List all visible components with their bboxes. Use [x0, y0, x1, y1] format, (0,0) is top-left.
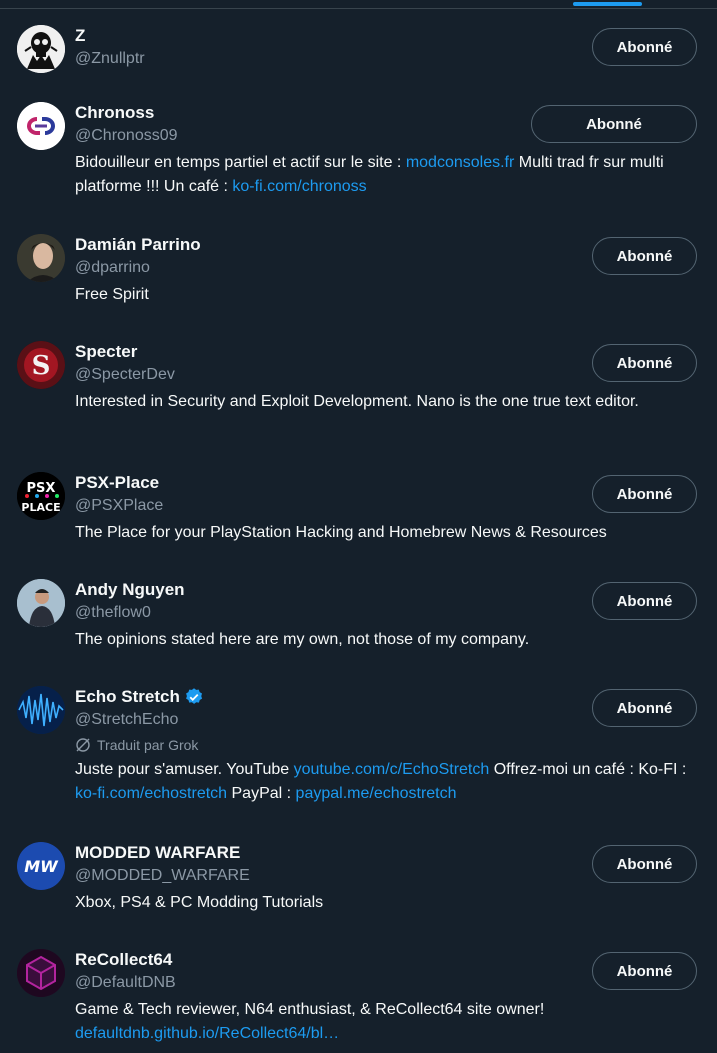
user-bio: Bidouilleur en temps partiel et actif su… — [75, 151, 699, 199]
bio-link[interactable]: youtube.com/c/EchoStretch — [294, 761, 490, 778]
following-button[interactable]: Abonné — [592, 582, 697, 620]
user-bio: Interested in Security and Exploit Devel… — [75, 390, 699, 414]
psx-logo-top: PSX — [27, 481, 56, 496]
following-button[interactable]: Abonné — [592, 475, 697, 513]
avatar[interactable]: S — [17, 341, 65, 389]
user-bio: Game & Tech reviewer, N64 enthusiast, & … — [75, 998, 699, 1046]
bio-link[interactable]: modconsoles.fr — [406, 154, 515, 171]
specter-logo-letter: S — [32, 351, 51, 381]
user-bio: The Place for your PlayStation Hacking a… — [75, 521, 699, 545]
bio-link[interactable]: paypal.me/echostretch — [296, 785, 457, 802]
grok-icon — [76, 738, 90, 752]
bio-link[interactable]: ko-fi.com/chronoss — [232, 178, 366, 195]
avatar[interactable]: MW — [17, 842, 65, 890]
person-photo-icon — [17, 234, 65, 282]
translation-label: Traduit par Grok — [97, 737, 199, 753]
translation-note: Traduit par Grok — [75, 736, 699, 754]
user-bio: Free Spirit — [75, 283, 699, 307]
following-button[interactable]: Abonné — [592, 344, 697, 382]
cube-logo-icon — [17, 949, 65, 997]
specter-logo-icon: S — [17, 341, 65, 389]
avatar[interactable] — [17, 25, 65, 73]
bio-text: Game & Tech reviewer, N64 enthusiast, & … — [75, 1001, 545, 1018]
avatar[interactable] — [17, 949, 65, 997]
active-tab-indicator — [573, 2, 642, 6]
avatar[interactable] — [17, 102, 65, 150]
bio-text: Interested in Security and Exploit Devel… — [75, 393, 639, 410]
bio-text: Xbox, PS4 & PC Modding Tutorials — [75, 894, 324, 911]
chain-logo-icon — [17, 102, 65, 150]
psx-logo-bottom: PLACE — [21, 501, 60, 514]
user-bio: The opinions stated here are my own, not… — [75, 628, 699, 652]
bio-text: The opinions stated here are my own, not… — [75, 631, 530, 648]
sound-wave-logo-icon — [17, 686, 65, 734]
skull-icon — [17, 25, 65, 73]
modded-warfare-logo-text: MW — [24, 857, 59, 876]
bio-text: Offrez-moi un café : Ko-FI : — [489, 761, 687, 778]
bio-text: Bidouilleur en temps partiel et actif su… — [75, 154, 406, 171]
user-bio: Xbox, PS4 & PC Modding Tutorials — [75, 891, 699, 915]
display-name-text[interactable]: Echo Stretch — [75, 687, 180, 707]
following-button[interactable]: Abonné — [531, 105, 697, 143]
following-button[interactable]: Abonné — [592, 237, 697, 275]
bio-link[interactable]: defaultdnb.github.io/ReCollect64/bl… — [75, 1025, 339, 1042]
bio-text: PayPal : — [227, 785, 296, 802]
following-button[interactable]: Abonné — [592, 689, 697, 727]
verified-badge-icon — [184, 687, 204, 707]
bio-link[interactable]: ko-fi.com/echostretch — [75, 785, 227, 802]
bio-text: Juste pour s'amuser. YouTube — [75, 761, 294, 778]
avatar[interactable]: PSX PLACE — [17, 472, 65, 520]
top-tab-bar — [0, 0, 717, 9]
person-photo-icon — [17, 579, 65, 627]
following-button[interactable]: Abonné — [592, 952, 697, 990]
avatar[interactable] — [17, 234, 65, 282]
following-button[interactable]: Abonné — [592, 28, 697, 66]
psx-place-logo-icon: PSX PLACE — [17, 472, 65, 520]
bio-text: Free Spirit — [75, 286, 149, 303]
user-bio: Juste pour s'amuser. YouTube youtube.com… — [75, 758, 699, 806]
avatar[interactable] — [17, 686, 65, 734]
modded-warfare-logo-icon: MW — [17, 842, 65, 890]
following-button[interactable]: Abonné — [592, 845, 697, 883]
avatar[interactable] — [17, 579, 65, 627]
bio-text: The Place for your PlayStation Hacking a… — [75, 524, 607, 541]
